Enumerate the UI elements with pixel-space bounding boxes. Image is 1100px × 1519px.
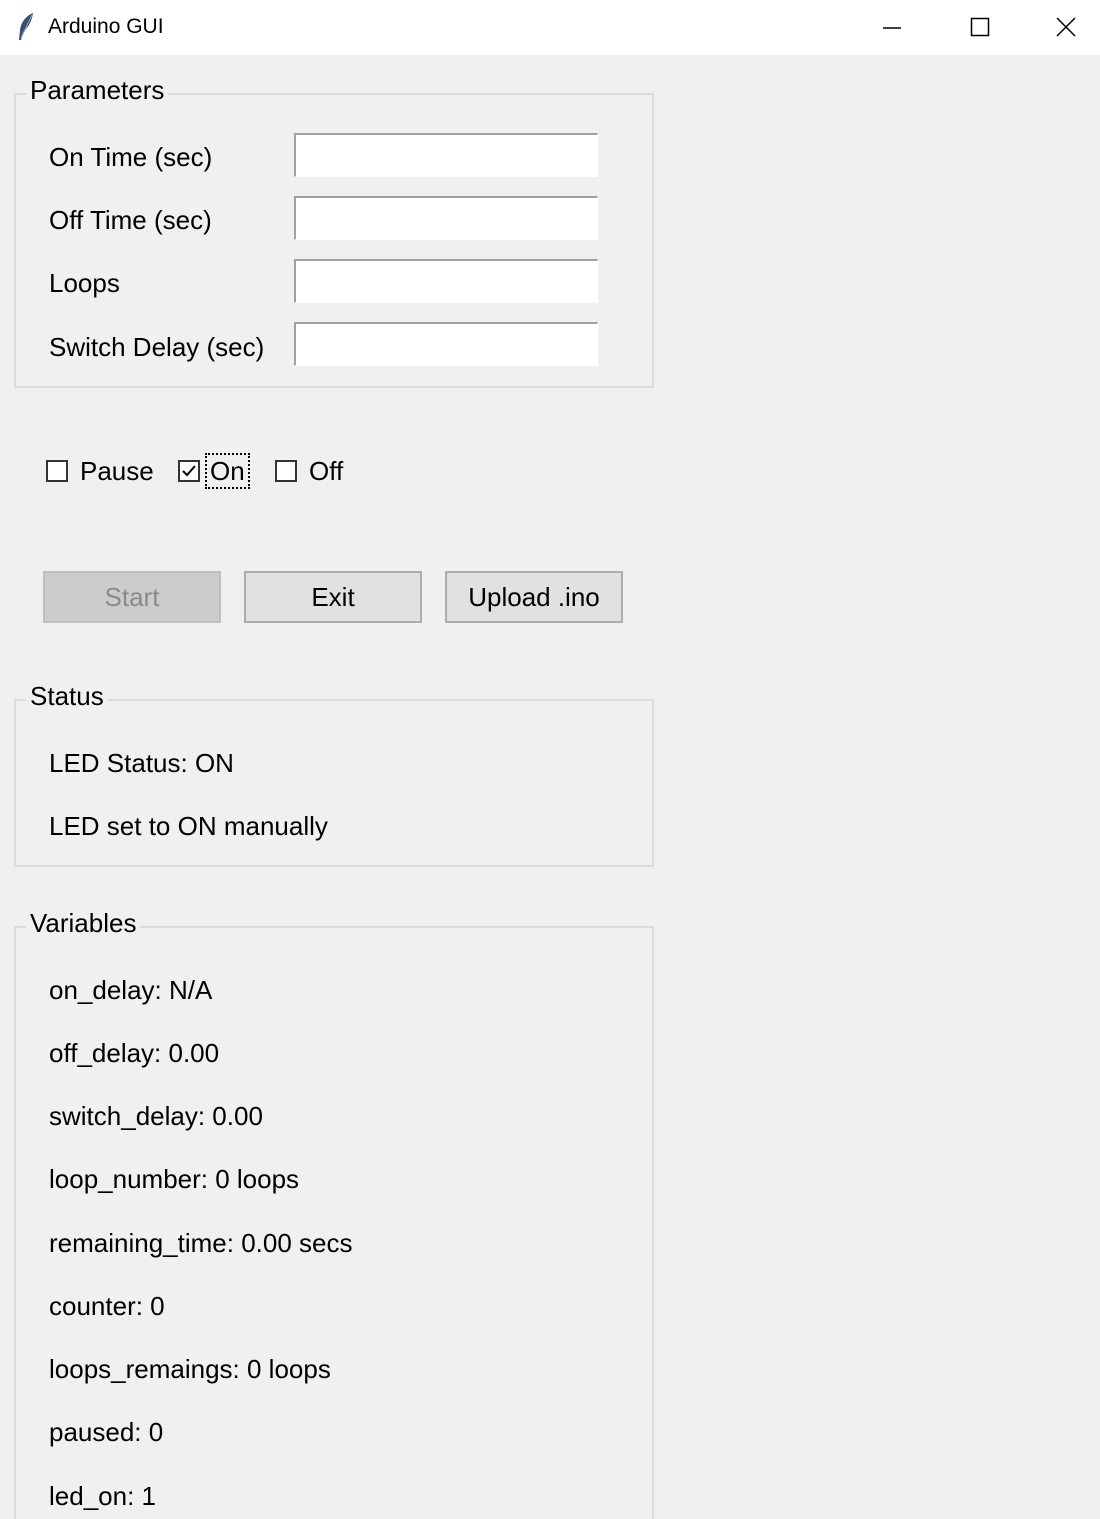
on-time-input[interactable] (294, 133, 598, 177)
variable-switch-delay: switch_delay: 0.00 (49, 1101, 263, 1131)
variable-counter: counter: 0 (49, 1291, 165, 1321)
variables-title: Variables (26, 908, 141, 938)
variable-paused: paused: 0 (49, 1417, 164, 1447)
minimize-button[interactable] (848, 0, 936, 55)
variable-on-delay: on_delay: N/A (49, 975, 213, 1005)
variable-loop-number: loop_number: 0 loops (49, 1164, 300, 1194)
on-time-label: On Time (sec) (49, 142, 213, 172)
status-title: Status (26, 681, 108, 711)
maximize-icon (970, 17, 990, 37)
loops-input[interactable] (294, 259, 598, 303)
off-checkbox-box[interactable] (275, 460, 297, 482)
exit-button[interactable]: Exit (244, 571, 422, 623)
variable-off-delay: off_delay: 0.00 (49, 1038, 220, 1068)
close-icon (1056, 17, 1076, 37)
switch-delay-label: Switch Delay (sec) (49, 332, 265, 362)
maximize-button[interactable] (936, 0, 1024, 55)
variable-remaining-time: remaining_time: 0.00 secs (49, 1228, 353, 1258)
checkmark-icon (182, 465, 196, 477)
close-button[interactable] (1022, 0, 1100, 55)
on-checkbox-box[interactable] (178, 460, 200, 482)
variable-led-on: led_on: 1 (49, 1481, 156, 1511)
on-checkbox[interactable]: On (178, 453, 250, 489)
off-label: Off (309, 456, 344, 486)
off-time-input[interactable] (294, 196, 598, 240)
upload-ino-button[interactable]: Upload .ino (445, 571, 623, 623)
loops-label: Loops (49, 268, 120, 298)
feather-icon (19, 13, 33, 40)
variable-loops-remaining: loops_remaings: 0 loops (49, 1354, 331, 1384)
pause-label: Pause (80, 456, 154, 486)
off-time-label: Off Time (sec) (49, 205, 212, 235)
off-checkbox[interactable]: Off (275, 454, 343, 488)
pause-checkbox[interactable]: Pause (46, 454, 154, 488)
start-button[interactable]: Start (43, 571, 221, 623)
title-bar[interactable]: Arduino GUI (0, 0, 1100, 55)
window-title: Arduino GUI (48, 15, 164, 38)
parameters-title: Parameters (26, 75, 169, 105)
on-label: On (205, 453, 250, 489)
status-frame: Status (14, 681, 654, 867)
app-window: Arduino GUI Parameters On Time (sec) Off… (0, 0, 1100, 1519)
status-message: LED set to ON manually (49, 811, 328, 841)
led-status-text: LED Status: ON (49, 748, 234, 778)
pause-checkbox-box[interactable] (46, 460, 68, 482)
minimize-icon (883, 27, 901, 29)
switch-delay-input[interactable] (294, 322, 598, 366)
